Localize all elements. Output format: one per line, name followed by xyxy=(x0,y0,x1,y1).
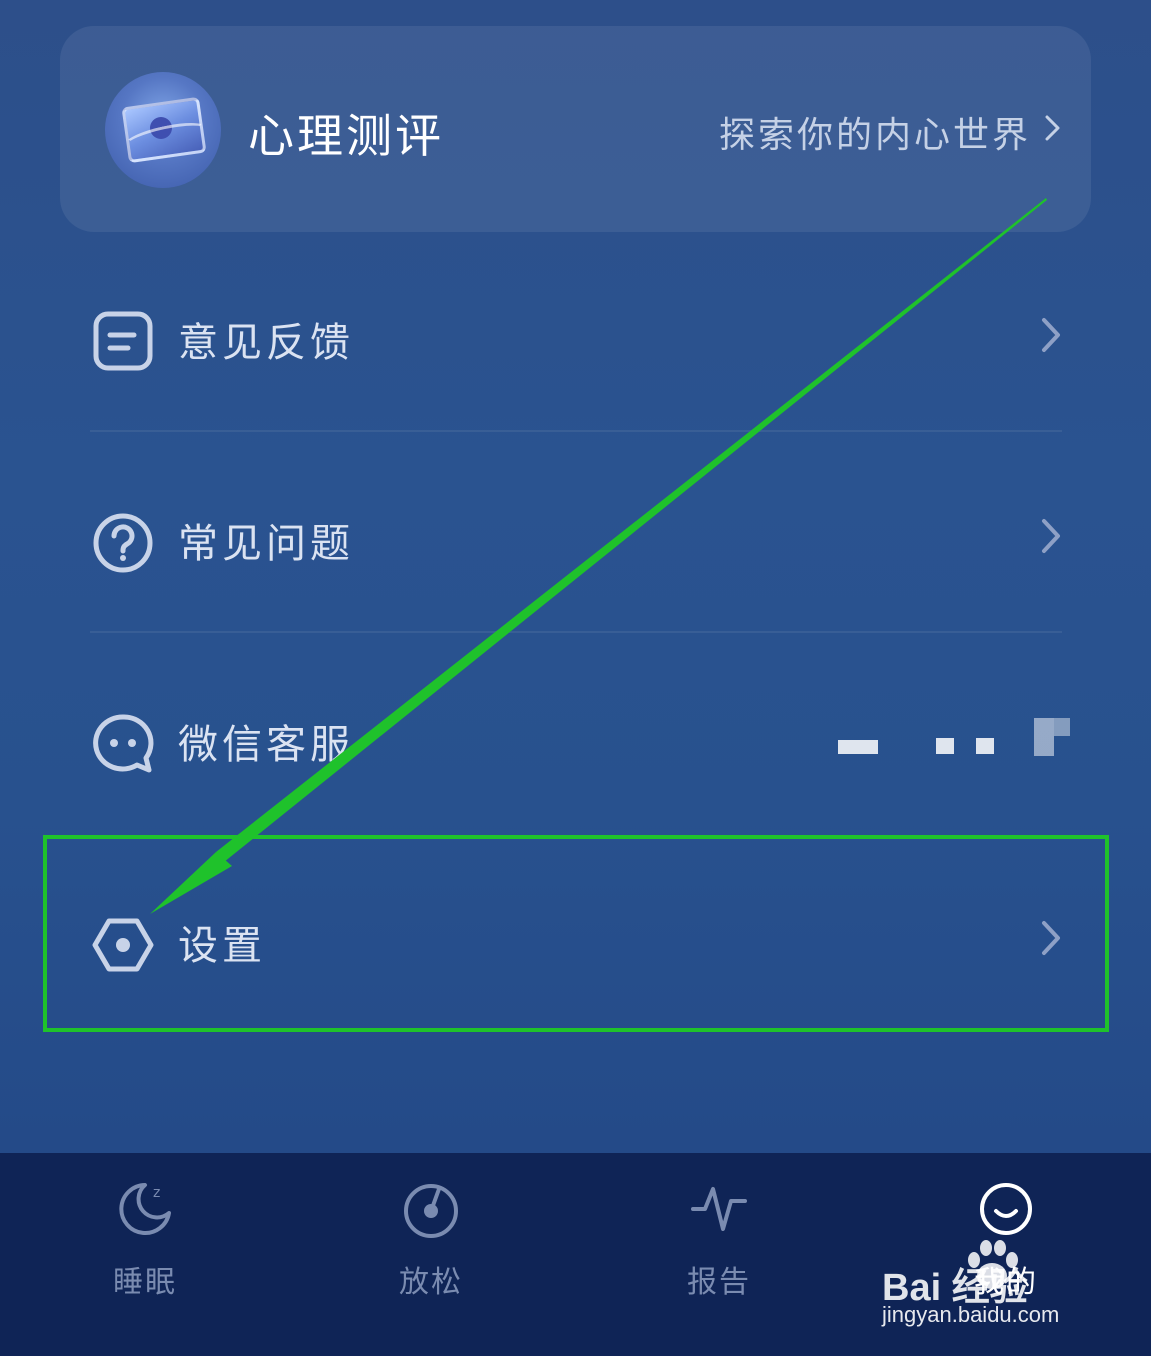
baidu-jingyan-watermark: Bai 经验 jingyan.baidu.com xyxy=(882,1240,1102,1336)
pulse-report-icon xyxy=(691,1187,747,1231)
card-title: 心理测评 xyxy=(248,109,444,163)
feedback-icon xyxy=(93,311,153,371)
tab-label: 报告 xyxy=(687,1265,751,1300)
tab-relax[interactable]: 放松 xyxy=(351,1153,511,1356)
menu-item-feedback[interactable]: 意见反馈 xyxy=(88,292,1068,372)
relax-dial-icon xyxy=(404,1184,458,1238)
menu-item-label: 意见反馈 xyxy=(178,320,354,366)
chevron-right-icon xyxy=(1042,519,1060,553)
tab-sleep[interactable]: z 睡眠 xyxy=(65,1153,225,1356)
psychology-test-avatar xyxy=(105,72,221,188)
divider xyxy=(90,631,1062,633)
settings-highlight-box xyxy=(43,835,1109,1032)
menu-item-wechat-service[interactable]: 微信客服 xyxy=(88,694,1070,774)
menu-item-label: 常见问题 xyxy=(178,521,354,567)
menu-item-label: 微信客服 xyxy=(178,722,354,768)
tab-label: 睡眠 xyxy=(113,1265,177,1300)
svg-text:z: z xyxy=(153,1185,160,1201)
moon-sleep-icon: z xyxy=(119,1183,171,1235)
chevron-right-icon xyxy=(1042,318,1060,352)
tab-report[interactable]: 报告 xyxy=(639,1153,799,1356)
divider xyxy=(90,430,1062,432)
smile-profile-icon xyxy=(980,1183,1032,1235)
card-subtitle[interactable]: 探索你的内心世界 xyxy=(719,106,1031,158)
watermark-site: jingyan.baidu.com xyxy=(882,1302,1060,1327)
obscured-account-id xyxy=(818,694,1070,774)
tab-label: 放松 xyxy=(399,1265,463,1300)
menu-item-faq[interactable]: 常见问题 xyxy=(88,493,1068,573)
chevron-right-icon xyxy=(1045,115,1060,141)
question-icon xyxy=(93,513,153,573)
wechat-service-icon xyxy=(93,714,154,773)
